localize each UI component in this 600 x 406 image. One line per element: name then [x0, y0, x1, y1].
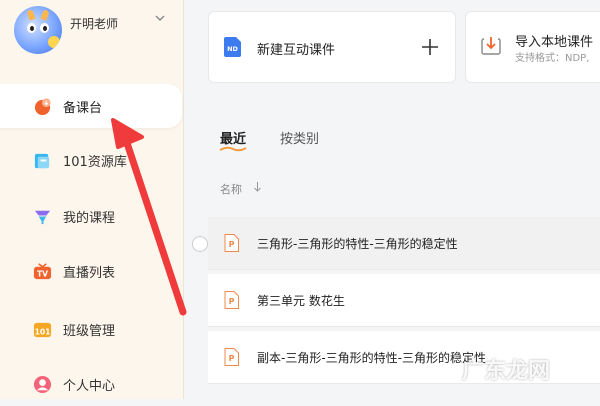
- sidebar-item-label: 我的课程: [63, 211, 116, 226]
- user-center-icon: [33, 375, 52, 394]
- import-title: 导入本地课件: [515, 35, 594, 50]
- row-select-radio[interactable]: [192, 236, 208, 252]
- sidebar-item-lesson-prep[interactable]: 备课台: [0, 84, 182, 128]
- sidebar-item-user-center[interactable]: 个人中心: [0, 362, 183, 406]
- sidebar-item-live-list[interactable]: TV 直播列表: [0, 249, 183, 293]
- svg-text:101: 101: [35, 327, 51, 336]
- file-name: 第三单元 数花生: [257, 294, 345, 308]
- sidebar-item-label: 101资源库: [63, 155, 127, 170]
- sidebar-item-label: 个人中心: [63, 379, 116, 394]
- live-tv-icon: TV: [33, 263, 52, 280]
- chevron-down-icon[interactable]: [153, 11, 167, 25]
- sidebar: 开明老师 备课台 101资源库 我的课程 TV 直播列表 101 班级管理 个人…: [0, 0, 184, 399]
- ppt-file-icon: P: [224, 348, 239, 366]
- sidebar-item-label: 备课台: [63, 101, 103, 116]
- svg-text:P: P: [229, 354, 235, 363]
- import-local-courseware-card[interactable]: 导入本地课件 支持格式：NDP,: [465, 11, 600, 83]
- svg-text:TV: TV: [37, 269, 48, 278]
- column-header-name[interactable]: 名称: [220, 181, 242, 197]
- tab-recent[interactable]: 最近: [220, 128, 246, 147]
- file-name: 三角形-三角形的特性-三角形的稳定性: [257, 237, 458, 251]
- resource-library-icon: [34, 153, 50, 169]
- profile-menu[interactable]: 开明老师: [14, 6, 179, 56]
- sidebar-item-my-courses[interactable]: 我的课程: [0, 194, 183, 238]
- avatar[interactable]: [14, 6, 62, 54]
- file-name: 副本-三角形-三角形的特性-三角形的稳定性: [257, 351, 486, 365]
- my-courses-icon: [34, 210, 51, 225]
- svg-text:P: P: [229, 240, 235, 249]
- class-management-icon: 101: [33, 322, 52, 338]
- table-row[interactable]: P 第三单元 数花生: [208, 274, 600, 327]
- plus-icon[interactable]: [421, 38, 439, 56]
- profile-name: 开明老师: [70, 17, 119, 31]
- ppt-file-icon: P: [224, 234, 239, 252]
- nd-file-icon: ND: [224, 37, 241, 57]
- new-interactive-courseware-card[interactable]: ND 新建互动课件: [208, 11, 456, 83]
- svg-text:ND: ND: [227, 45, 238, 53]
- new-courseware-label: 新建互动课件: [257, 43, 336, 58]
- sort-down-arrow-icon[interactable]: [253, 181, 262, 193]
- import-formats: 支持格式：NDP,: [515, 53, 590, 64]
- tab-active-underline: [219, 146, 247, 152]
- tab-by-category[interactable]: 按类别: [280, 128, 319, 147]
- sidebar-item-resource-library[interactable]: 101资源库: [0, 138, 183, 182]
- sidebar-item-label: 班级管理: [63, 324, 116, 339]
- sidebar-item-label: 直播列表: [63, 266, 116, 281]
- table-row[interactable]: P 三角形-三角形的特性-三角形的稳定性: [192, 217, 600, 270]
- sidebar-item-class-management[interactable]: 101 班级管理: [0, 307, 183, 351]
- ppt-file-icon: P: [224, 291, 239, 309]
- watermark: 广东龙网: [462, 358, 551, 384]
- svg-text:P: P: [229, 297, 235, 306]
- import-icon: [481, 37, 501, 55]
- lesson-prep-icon: [34, 98, 51, 116]
